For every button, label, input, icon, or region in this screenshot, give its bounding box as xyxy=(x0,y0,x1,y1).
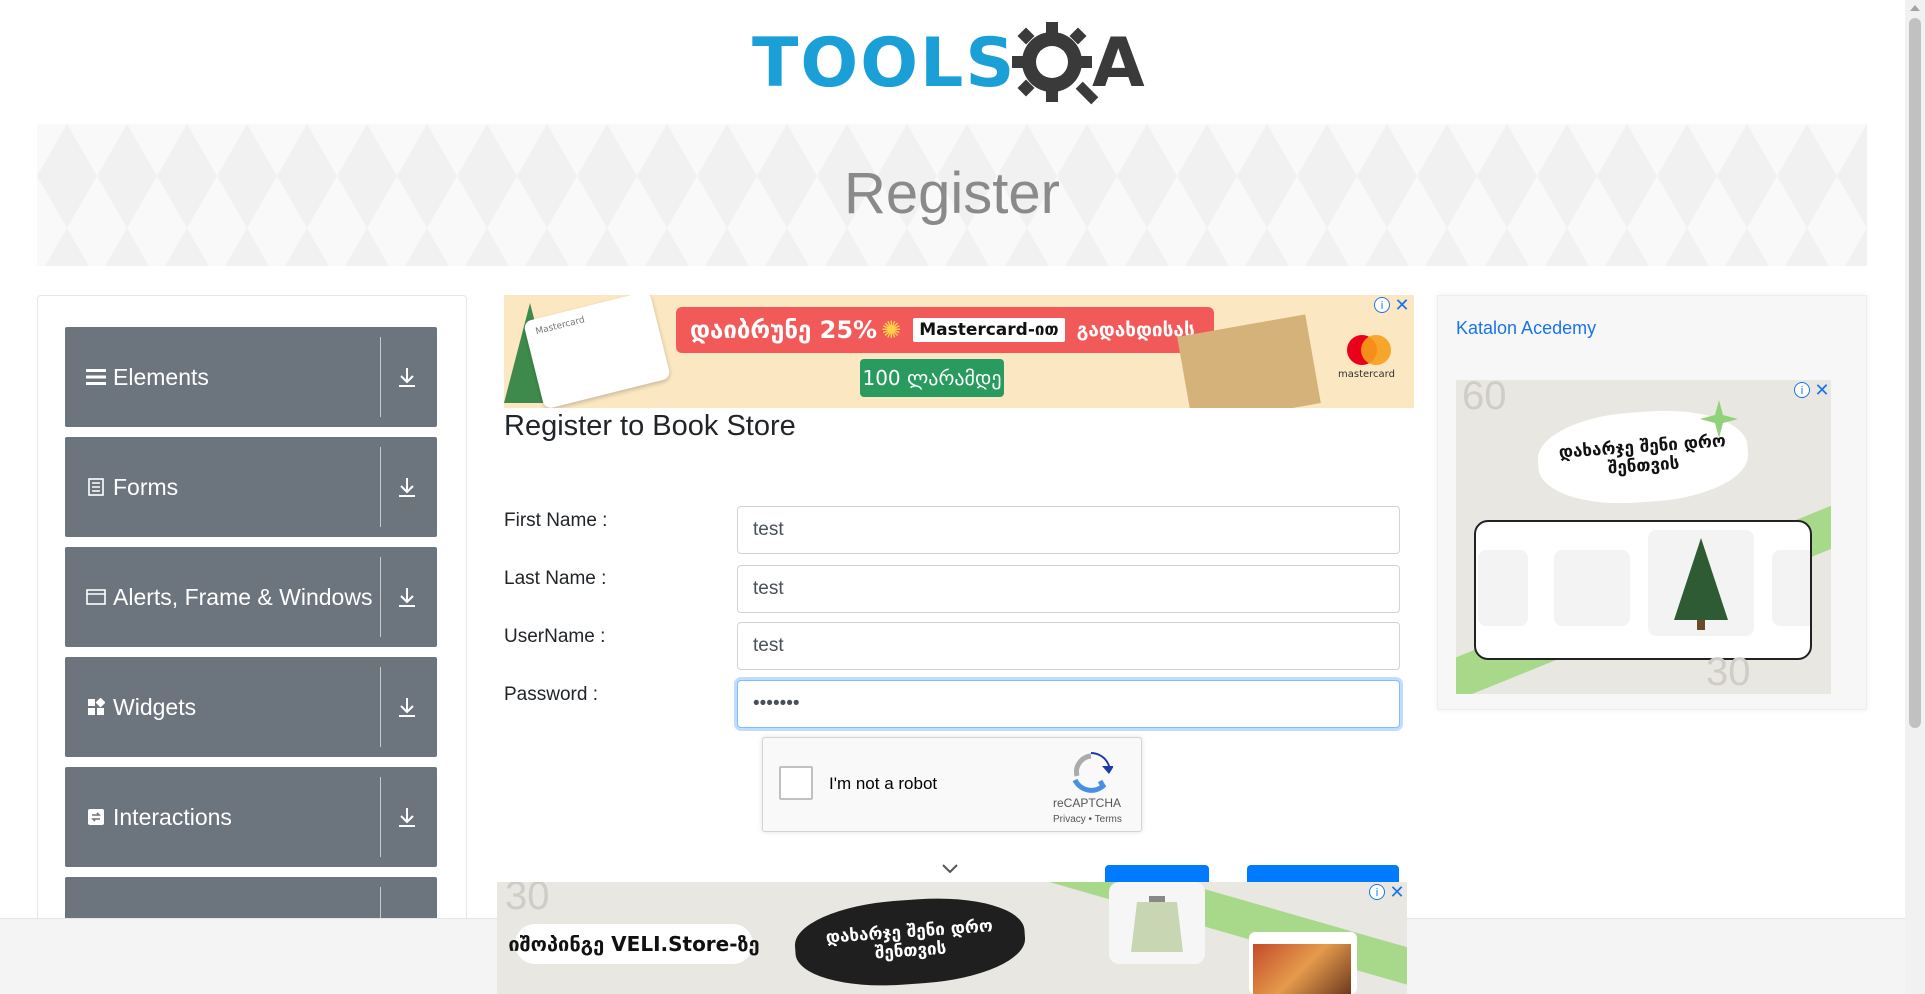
recaptcha-label: I'm not a robot xyxy=(829,774,938,793)
divider xyxy=(380,557,381,637)
product-tile[interactable] xyxy=(1648,530,1754,636)
toolsqa-logo[interactable]: TOOLS A xyxy=(752,18,1156,114)
gear-icon xyxy=(1012,22,1099,105)
widgets-icon xyxy=(85,696,107,718)
sidebar-item-forms[interactable]: Forms xyxy=(65,437,437,537)
sidebar-item-interactions[interactable]: Interactions xyxy=(65,767,437,867)
download-icon[interactable] xyxy=(396,695,418,719)
card-brand: Mastercard xyxy=(534,315,586,338)
ad-banner-top[interactable]: Mastercard დაიბრუნე 25% ✺ Mastercard-ით … xyxy=(504,295,1414,408)
ad-number: 30 xyxy=(1706,650,1751,694)
sidebar-item-widgets[interactable]: Widgets xyxy=(65,657,437,757)
username-label: UserName : xyxy=(504,626,606,647)
ad-banner-right[interactable]: 60 დახარჯე შენი დრო შენთვის 30 xyxy=(1456,380,1831,694)
divider xyxy=(380,337,381,417)
product-tile[interactable] xyxy=(1478,550,1528,626)
password-input[interactable]: ••••••• xyxy=(737,680,1400,728)
logo-text: TOOLS xyxy=(752,24,1017,103)
download-icon[interactable] xyxy=(396,365,418,389)
sun-icon: ✺ xyxy=(881,316,902,344)
first-name-input[interactable]: test xyxy=(737,506,1400,554)
ad-banner-bottom[interactable]: 30 იშოპინგე VELI.Store-ზე დახარჯე შენი დ… xyxy=(497,882,1407,994)
kettle-icon xyxy=(1131,896,1183,952)
ad-headline-a: დაიბრუნე 25% xyxy=(690,316,878,344)
password-label: Password : xyxy=(504,684,598,705)
page-banner: Register xyxy=(37,124,1867,266)
divider xyxy=(380,667,381,747)
first-name-label: First Name : xyxy=(504,510,608,531)
sidebar-item-label: Alerts, Frame & Windows xyxy=(113,583,373,610)
divider xyxy=(380,777,381,857)
sidebar-item-label: Elements xyxy=(113,363,209,390)
ad-info-icon[interactable]: i xyxy=(1369,884,1385,900)
ad-controls: i ✕ xyxy=(1374,295,1410,316)
document-icon xyxy=(85,476,107,498)
katalon-academy-link[interactable]: Katalon Acedemy xyxy=(1456,318,1596,339)
page-title: Register xyxy=(844,161,1060,226)
scrollbar-thumb[interactable] xyxy=(1909,18,1921,728)
ad-mc-tag: Mastercard-ით xyxy=(913,318,1065,342)
ad-badge: დახარჯე შენი დრო შენთვის xyxy=(792,892,1028,992)
product-carousel[interactable] xyxy=(1474,520,1812,660)
logo-suffix: A xyxy=(1092,24,1145,103)
ad-panel-right: Katalon Acedemy 60 დახარჯე შენი დრო შენთ… xyxy=(1437,295,1867,710)
recaptcha-brand: reCAPTCHA xyxy=(1053,796,1122,810)
window-icon xyxy=(85,586,107,608)
ad-headline: დაიბრუნე 25% ✺ Mastercard-ით გადახდისას xyxy=(676,307,1214,353)
download-icon[interactable] xyxy=(396,805,418,829)
ad-controls: i ✕ xyxy=(1794,380,1830,401)
sidebar-item-label: Interactions xyxy=(113,803,232,830)
sidebar-item-alerts[interactable]: Alerts, Frame & Windows xyxy=(65,547,437,647)
chevron-down-icon[interactable] xyxy=(940,862,960,876)
product-tile[interactable] xyxy=(1772,550,1810,626)
divider xyxy=(380,447,381,527)
ad-controls: i ✕ xyxy=(1369,882,1405,903)
recaptcha-checkbox[interactable] xyxy=(779,766,813,800)
download-icon[interactable] xyxy=(396,475,418,499)
hamburger-icon xyxy=(85,366,107,388)
ad-number: 30 xyxy=(505,882,550,918)
scroll-up-icon[interactable] xyxy=(1910,5,1920,11)
ad-cta[interactable]: 100 ლარამდე xyxy=(860,359,1004,397)
last-name-label: Last Name : xyxy=(504,568,607,589)
interactions-icon xyxy=(85,806,107,828)
ad-info-icon[interactable]: i xyxy=(1794,382,1810,398)
tree-icon xyxy=(1674,538,1728,630)
recaptcha-widget: I'm not a robot reCAPTCHA Privacy • Term… xyxy=(762,737,1142,832)
sidebar: Elements Forms Alerts, Frame & Windows W… xyxy=(37,295,467,935)
tv-image xyxy=(1249,932,1357,994)
tv-screen xyxy=(1253,944,1351,994)
product-tile[interactable] xyxy=(1554,550,1630,626)
recaptcha-logo-icon xyxy=(1072,752,1113,793)
ad-number: 60 xyxy=(1462,380,1507,418)
page-scrollbar[interactable] xyxy=(1905,0,1925,994)
recaptcha-links[interactable]: Privacy • Terms xyxy=(1053,814,1122,825)
last-name-input[interactable]: test xyxy=(737,565,1400,613)
ad-shop-text: იშოპინგე VELI.Store-ზე xyxy=(508,924,760,964)
ad-close-icon[interactable]: ✕ xyxy=(1814,380,1830,401)
kettle-image xyxy=(1109,882,1205,964)
ad-close-icon[interactable]: ✕ xyxy=(1389,882,1405,903)
sidebar-item-label: Widgets xyxy=(113,693,197,720)
download-icon[interactable] xyxy=(396,585,418,609)
sparkle-icon xyxy=(1700,400,1738,438)
form-title: Register to Book Store xyxy=(504,410,796,442)
ad-close-icon[interactable]: ✕ xyxy=(1394,295,1410,316)
ad-info-icon[interactable]: i xyxy=(1374,297,1390,313)
sidebar-item-label: Forms xyxy=(113,473,179,500)
username-input[interactable]: test xyxy=(737,622,1400,670)
sidebar-item-elements[interactable]: Elements xyxy=(65,327,437,427)
mastercard-logo-icon xyxy=(1347,335,1391,365)
mastercard-text: mastercard xyxy=(1338,369,1395,380)
